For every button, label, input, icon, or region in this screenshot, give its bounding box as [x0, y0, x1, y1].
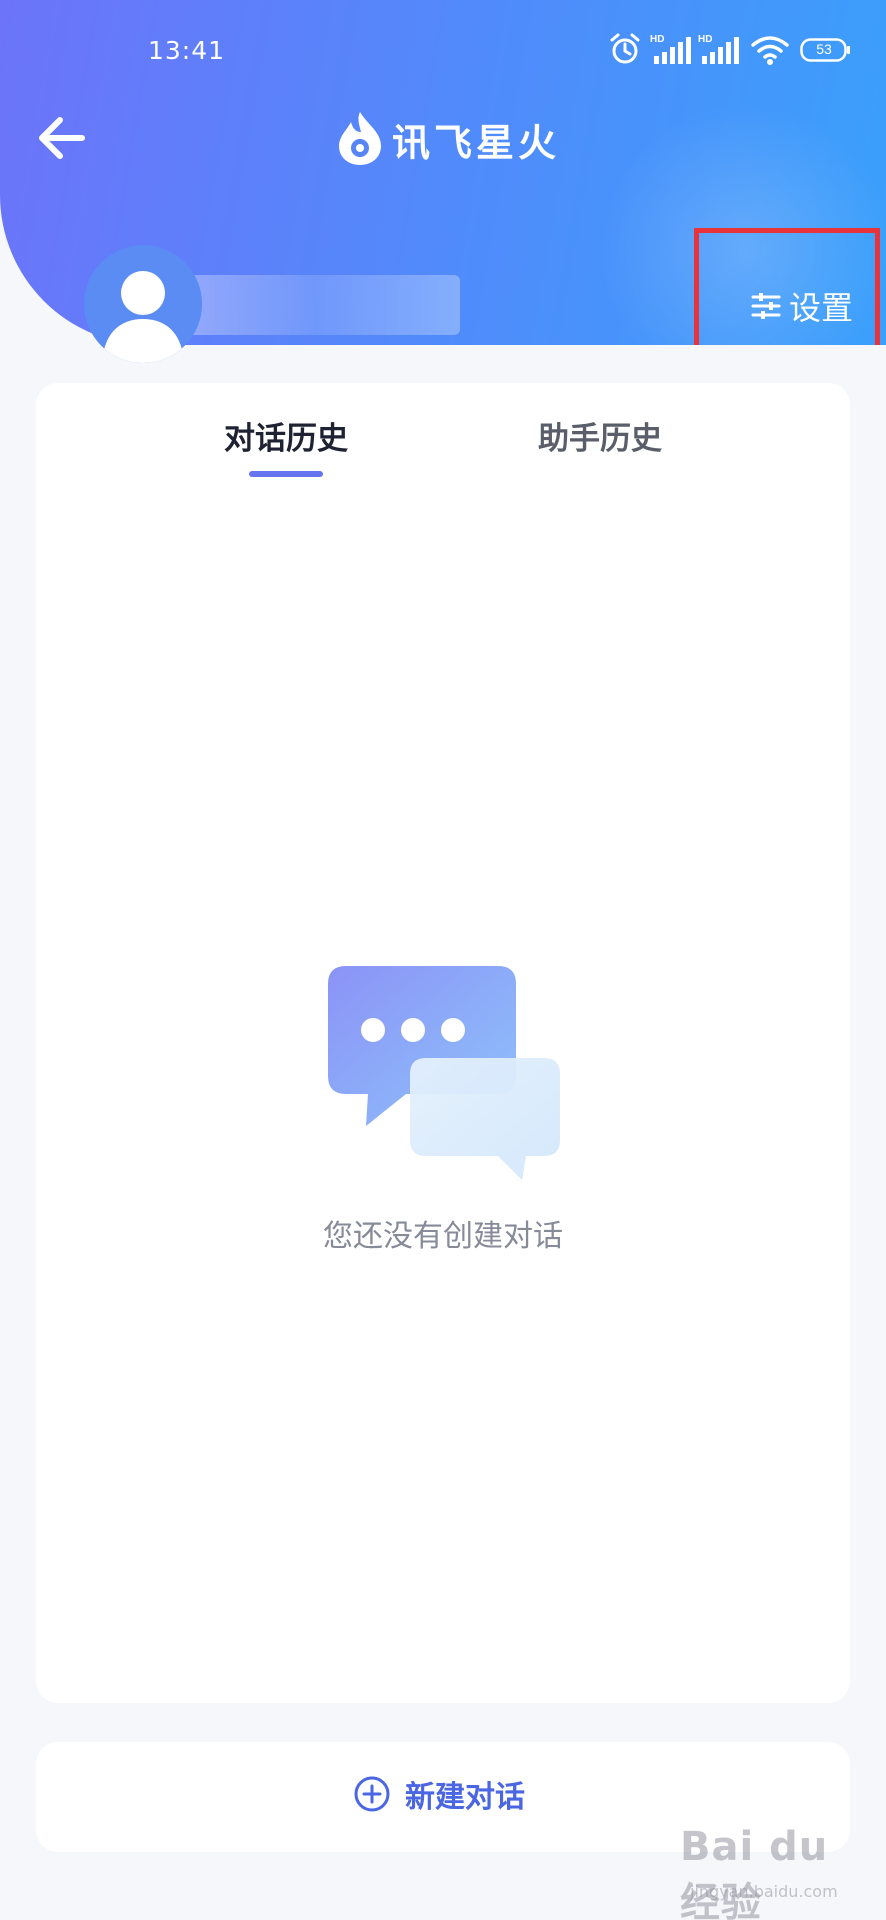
empty-chat-bubbles-icon [328, 966, 560, 1180]
tab-chat-history[interactable]: 对话历史 [224, 413, 348, 458]
tab-assistant-history[interactable]: 助手历史 [538, 413, 662, 458]
svg-text:HD: HD [650, 34, 664, 45]
new-chat-label: 新建对话 [405, 1780, 525, 1815]
user-silhouette-icon [102, 271, 184, 363]
back-arrow-icon[interactable] [32, 108, 92, 168]
watermark-brand: Bai du 经验 [680, 1824, 829, 1920]
spark-flame-icon [339, 112, 381, 165]
user-avatar[interactable] [84, 245, 202, 363]
empty-state-message: 您还没有创建对话 [323, 1219, 563, 1254]
wifi-icon [751, 36, 789, 65]
cellular-signal-icon-2: HD [698, 34, 739, 64]
history-card: 对话历史 助手历史 您还没有创建对话 [36, 383, 850, 1703]
new-chat-content: 新建对话 [353, 1772, 525, 1816]
settings-highlight-box: 设置 [694, 228, 880, 345]
battery-level: 53 [816, 41, 832, 57]
svg-text:HD: HD [698, 34, 712, 45]
watermark-url: jingyan.baidu.com [690, 1882, 838, 1901]
alarm-icon [610, 33, 640, 64]
username-blurred [170, 275, 460, 335]
settings-label: 设置 [789, 289, 854, 327]
status-time: 13:41 [148, 36, 226, 65]
cellular-signal-icon: HD [650, 34, 691, 64]
settings-button[interactable]: 设置 [751, 283, 853, 329]
sliders-icon [751, 293, 781, 319]
active-tab-indicator [249, 471, 323, 477]
baidu-watermark: Bai du 经验 jingyan.baidu.com [680, 1824, 880, 1920]
plus-circle-icon [354, 1776, 390, 1812]
app-title: 讯飞星火 [392, 121, 561, 165]
